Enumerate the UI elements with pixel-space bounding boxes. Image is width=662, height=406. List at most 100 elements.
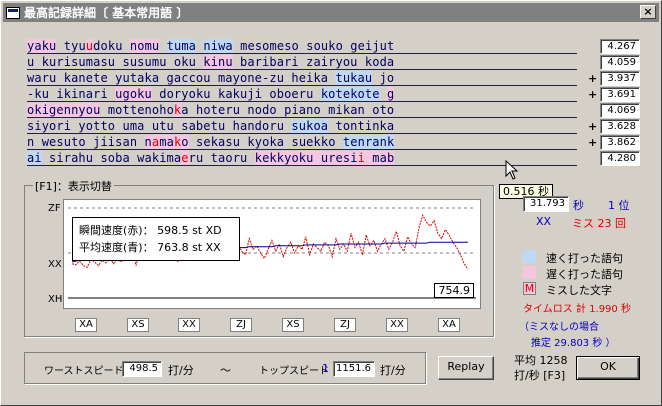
fast-legend-label: 速く打った語句 (546, 252, 623, 265)
graph-x-label: ZJ (230, 318, 252, 332)
typed-text (380, 87, 387, 101)
graph-x-label: XX (386, 318, 408, 332)
typed-text: sirahu soba wakima (41, 151, 182, 165)
line-score: 3.691 (600, 87, 640, 102)
instant-speed-label: 瞬間速度(赤)： (79, 224, 154, 237)
fast-word: ai (27, 151, 42, 165)
typed-text: doku (93, 39, 130, 53)
close-button[interactable]: × (640, 5, 656, 19)
worst-speed-value: 498.5 (122, 361, 162, 377)
typed-line[interactable]: siyori yotto uma utu sabetu handoru suko… (27, 119, 577, 135)
slow-word: g (386, 87, 395, 101)
typed-line[interactable]: waru kanete yutaka gaccou mayone-zu heik… (27, 71, 577, 87)
missed-char: k (173, 103, 182, 117)
top-speed-value: 1151.6 (333, 361, 375, 377)
fast-word: tenrank (342, 135, 395, 149)
typed-text (56, 39, 63, 53)
line-score: 4.267 (600, 39, 640, 54)
graph-y-mid-label: XX (48, 259, 62, 270)
score-row: +3.862 (580, 135, 640, 151)
slow-word: kigennyou (34, 103, 101, 117)
typed-line[interactable]: -ku ikinari ugoku doryoku kakuji oboeru … (27, 87, 577, 103)
typed-text-lines: yaku tyuudoku nomu tuma niwa mesomeso so… (27, 39, 577, 167)
graph-x-label: XS (282, 318, 304, 332)
typed-line[interactable]: ai sirahu soba wakimaeru taoru kekkyoku … (27, 151, 577, 167)
title-bar: 最高記録詳細〔 基本常用語 〕 × (3, 3, 659, 22)
time-loss-total: タイムロス 計 1.990 秒 (523, 304, 631, 315)
missed-char: u (85, 39, 94, 53)
slow-word: kekkyoku (254, 151, 314, 165)
typed-text: tyu (63, 39, 86, 53)
score-row: 4.059 (580, 55, 640, 71)
score-row: +3.691 (580, 87, 640, 103)
no-miss-estimate-value: 推定 29.803 秒 ） (531, 338, 616, 349)
replay-button[interactable]: Replay (438, 356, 494, 380)
graph-x-label: XX (178, 318, 200, 332)
slow-word: uresi (313, 151, 358, 165)
missed-char: k (173, 135, 182, 149)
line-score: 3.937 (600, 71, 640, 86)
time-unit: 秒 (573, 199, 584, 212)
fast-word: tuma (166, 39, 197, 53)
typed-text: tontinka (328, 119, 395, 133)
fast-legend-swatch (523, 250, 536, 263)
typed-line[interactable]: n wesuto jiisan namako sekasu kyoka suek… (27, 135, 577, 151)
average-speed-line1: 平均 1258 (514, 354, 568, 367)
top-speed-unit: 打/分 (380, 364, 406, 377)
average-speed-label: 平均速度(青)： (79, 241, 154, 254)
line-score: 4.280 (600, 151, 640, 166)
missed-char: i (357, 151, 365, 165)
instant-speed-value: 598.5 st XD (157, 224, 222, 237)
time-value: 31.793 (523, 196, 569, 212)
score-row: 4.069 (580, 103, 640, 119)
fast-word: kotekote (320, 87, 380, 101)
typed-text: a hoteru nodo piano mikan oto (181, 103, 395, 117)
graph-y-bottom-label: XH (48, 294, 63, 305)
typed-text (159, 39, 166, 53)
line-score: 3.628 (600, 119, 640, 134)
worst-speed-unit: 打/分 (168, 364, 194, 377)
typed-line[interactable]: yaku tyuudoku nomu tuma niwa mesomeso so… (27, 39, 577, 55)
slow-word: o (27, 103, 35, 117)
slow-word: n (144, 135, 152, 149)
ok-button[interactable]: OK (576, 356, 640, 380)
typed-text: baribari zairyou koda (232, 55, 395, 69)
score-row: +3.628 (580, 119, 640, 135)
typed-text: u kurisumasu susumu oku (27, 55, 204, 69)
miss-count: ミス 23 回 (572, 217, 626, 230)
line-score: 3.862 (600, 135, 640, 150)
slow-legend-swatch (523, 266, 536, 279)
score-sign: + (588, 88, 598, 101)
score-row: 4.267 (580, 39, 640, 55)
worst-speed-label: ワーストスピード (44, 366, 124, 377)
window-icon (6, 6, 20, 19)
typed-text: doryoku kakuji oboeru (151, 87, 321, 101)
miss-legend-label: ミスした文字 (546, 284, 612, 297)
slow-word: o (181, 135, 189, 149)
speed-info-box: 瞬間速度(赤)： 598.5 st XD 平均速度(青)： 763.8 st X… (72, 217, 240, 261)
typed-text: sekasu kyoka suekko (188, 135, 343, 149)
graph-y-top-label: ZF (48, 203, 61, 214)
slow-word: yaku (27, 39, 57, 53)
mouse-cursor-icon (505, 160, 519, 180)
missed-char: a (151, 135, 160, 149)
window-title: 最高記録詳細〔 基本常用語 〕 (24, 6, 189, 20)
line-score: 4.059 (600, 55, 640, 70)
slow-word: mab (364, 151, 395, 165)
line-scores: 4.267 4.059 +3.937 +3.691 4.069 +3.628 +3.862 4… (580, 39, 640, 167)
grade-value: XX (536, 215, 552, 228)
typed-line[interactable]: okigennyou mottenohoka hoteru nodo piano… (27, 103, 577, 119)
typed-line[interactable]: u kurisumasu susumu oku kinu baribari za… (27, 55, 577, 71)
typed-text: waru kanete yutaka gaccou mayone-zu heik… (27, 71, 336, 85)
typed-text: mottenoho (100, 103, 174, 117)
graph-group-label: [F1]：表示切替 (33, 178, 114, 194)
slow-word: nomu (129, 39, 160, 53)
fast-word: tukau (335, 71, 373, 85)
typed-text: jo (372, 71, 395, 85)
slow-word: kinu (203, 55, 233, 69)
no-miss-estimate-label: （ミスなしの場合 (519, 322, 599, 333)
average-speed-line2[interactable]: 打/秒 [F3] (514, 367, 565, 383)
score-sign: + (588, 120, 598, 133)
score-row: +3.937 (580, 71, 640, 87)
score-row: 4.280 (580, 151, 640, 167)
